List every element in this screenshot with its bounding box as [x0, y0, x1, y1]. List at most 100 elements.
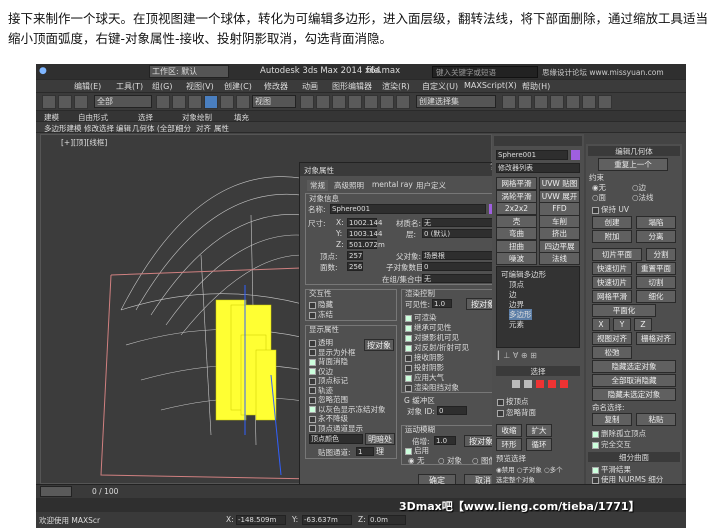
material-editor-icon[interactable]: [534, 95, 548, 109]
collapse-button[interactable]: 塌陷: [636, 216, 676, 229]
edit-geometry-header[interactable]: 编辑几何体: [588, 146, 680, 156]
modifier-button-4-1[interactable]: 挤出: [539, 227, 580, 240]
preview-options[interactable]: ◉禁用 ○子对象 ○多个: [496, 464, 563, 474]
ribbon-subdiv[interactable]: 细分: [176, 123, 191, 134]
subobject-icons[interactable]: [512, 380, 572, 392]
quickslice-button[interactable]: 快速切片: [592, 276, 632, 289]
align-icon[interactable]: [380, 95, 394, 109]
map-channel-value[interactable]: 1: [356, 447, 374, 456]
full-interactivity-checkbox[interactable]: 完全交互: [592, 439, 631, 450]
hide-selected-button[interactable]: 隐藏选定对象: [592, 360, 676, 373]
modifier-button-3-0[interactable]: 壳: [496, 214, 537, 228]
name-field[interactable]: Sphere001: [330, 204, 486, 214]
meshsmooth-button[interactable]: 网格平滑: [592, 290, 632, 303]
schematic-icon[interactable]: [518, 95, 532, 109]
percent-snap-icon[interactable]: [348, 95, 362, 109]
app-logo-icon[interactable]: ●: [39, 66, 47, 76]
modifier-stack[interactable]: 可编辑多边形 顶点 边 边界 多边形 元素: [496, 266, 580, 348]
menu-help[interactable]: 帮助(H): [522, 81, 550, 92]
vertex-mode-icon[interactable]: [512, 380, 520, 388]
ref-coord-select[interactable]: 视图: [252, 95, 296, 108]
keep-uv-checkbox[interactable]: 保持 UV: [592, 204, 629, 215]
rect-select-icon[interactable]: [188, 95, 202, 109]
modifier-button-5-0[interactable]: 扭曲: [496, 239, 537, 253]
split-checkbox[interactable]: 分割: [646, 248, 676, 261]
shrink-button[interactable]: 收缩: [496, 424, 522, 437]
tab-adv-lighting[interactable]: 高级照明: [334, 180, 364, 191]
angle-snap-icon[interactable]: [332, 95, 346, 109]
select-icon[interactable]: [156, 95, 170, 109]
polygon-mode-icon[interactable]: [548, 380, 556, 388]
render-frame-icon[interactable]: [566, 95, 580, 109]
create-button[interactable]: 创建: [592, 216, 632, 229]
named-selection-set[interactable]: 创建选择集: [416, 95, 496, 108]
display-checkbox-9[interactable]: 顶点通道显示: [309, 423, 363, 434]
layer-icon[interactable]: [396, 95, 410, 109]
menu-tools[interactable]: 工具(T): [116, 81, 143, 92]
undo-icon[interactable]: [42, 95, 56, 109]
ring-button[interactable]: 环形: [496, 438, 522, 451]
time-slider[interactable]: 0 / 100: [36, 484, 686, 498]
mirror-icon[interactable]: [364, 95, 378, 109]
curve-editor-icon[interactable]: [502, 95, 516, 109]
delete-isolated-checkbox[interactable]: 删除孤立顶点: [592, 428, 646, 439]
objid-value[interactable]: 0: [437, 406, 467, 415]
multiplier-value[interactable]: 1.0: [434, 436, 456, 445]
maxscript-listener[interactable]: 欢迎使用 MAXScr: [39, 515, 100, 526]
link-icon[interactable]: [74, 95, 88, 109]
display-by-object-button[interactable]: 按对象: [364, 339, 394, 351]
selection-filter[interactable]: 全部: [94, 95, 152, 108]
modifier-list-select[interactable]: 修改器列表: [496, 163, 580, 173]
pivot-icon[interactable]: [300, 95, 314, 109]
workspace-select[interactable]: 工作区: 默认: [149, 65, 229, 78]
tab-general[interactable]: 常规: [307, 180, 328, 191]
z-coord[interactable]: 0.0m: [368, 515, 406, 525]
unhide-all-button[interactable]: 全部取消隐藏: [592, 374, 676, 387]
render-checkbox-7[interactable]: 渲染阻挡对象: [405, 382, 459, 393]
time-slider-handle[interactable]: [40, 486, 72, 497]
stack-tools[interactable]: ┃ ⊥ ∀ ⊕ ⊞: [496, 351, 580, 363]
edge-mode-icon[interactable]: [524, 380, 532, 388]
modifier-button-1-0[interactable]: 涡轮平滑: [496, 189, 537, 203]
menu-create[interactable]: 创建(C): [224, 81, 252, 92]
repeat-last-button[interactable]: 重复上一个: [598, 158, 668, 171]
planarize-x-button[interactable]: X: [592, 318, 610, 331]
modifier-button-2-0[interactable]: 2x2x2: [496, 202, 537, 215]
ribbon-edit[interactable]: 编辑: [116, 123, 131, 134]
modifier-button-6-0[interactable]: 噪波: [496, 252, 537, 265]
ignore-backface-checkbox[interactable]: 忽略背面: [497, 407, 536, 418]
menu-animation[interactable]: 动画: [302, 81, 318, 92]
motion-object-radio[interactable]: ○ 对象: [438, 455, 462, 466]
menu-edit[interactable]: 编辑(E): [74, 81, 101, 92]
ribbon-align[interactable]: 对齐: [196, 123, 211, 134]
object-color-swatch[interactable]: [571, 150, 580, 160]
loop-button[interactable]: 循环: [526, 438, 552, 451]
constraint-normal-radio[interactable]: ○法线: [632, 192, 654, 203]
dialog-titlebar[interactable]: 对象属性 ? ✕: [300, 163, 513, 176]
constraint-face-radio[interactable]: ○面: [592, 192, 606, 203]
paste-button[interactable]: 粘贴: [636, 413, 676, 426]
render-setup-icon[interactable]: [550, 95, 564, 109]
modifier-button-3-1[interactable]: 车削: [539, 214, 580, 228]
menu-rendering[interactable]: 渲染(R): [382, 81, 410, 92]
ribbon-polymodeling[interactable]: 多边形建模: [44, 123, 82, 134]
modifier-button-4-0[interactable]: 弯曲: [496, 227, 537, 240]
element-mode-icon[interactable]: [560, 380, 568, 388]
x-coord[interactable]: -148.509m: [236, 515, 286, 525]
snap-icon[interactable]: [316, 95, 330, 109]
slice-plane-button[interactable]: 切片平面: [592, 248, 642, 261]
scale-icon[interactable]: [236, 95, 250, 109]
planarize-y-button[interactable]: Y: [613, 318, 631, 331]
hide-unselected-button[interactable]: 隐藏未选定对象: [592, 388, 676, 401]
render-icon[interactable]: [582, 95, 596, 109]
move-icon[interactable]: [204, 95, 218, 109]
y-coord[interactable]: -63.637m: [302, 515, 352, 525]
reset-plane-button[interactable]: 重置平面: [636, 262, 676, 275]
menu-group[interactable]: 组(G): [152, 81, 172, 92]
vertex-channel-select[interactable]: 顶点颜色: [309, 434, 363, 444]
visibility-value[interactable]: 1.0: [432, 299, 452, 308]
object-name-field[interactable]: Sphere001: [496, 150, 568, 160]
stack-item-element[interactable]: 元素: [509, 319, 524, 330]
search-input[interactable]: 键入关键字或短语: [432, 66, 538, 78]
copy-button[interactable]: 复制: [592, 413, 632, 426]
